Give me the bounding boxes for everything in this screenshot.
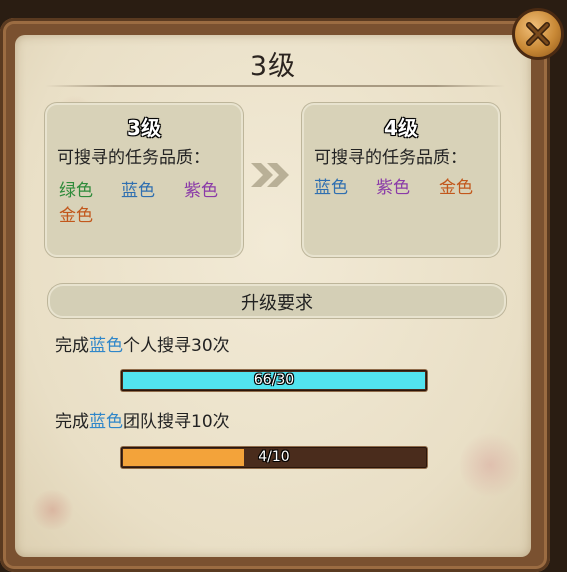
close-icon <box>526 22 550 46</box>
quality-label: 紫色 <box>184 181 218 201</box>
quality-label: 金色 <box>59 206 93 226</box>
quality-label: 绿色 <box>59 181 93 201</box>
current-level-card: 3级 可搜寻的任务品质： 绿色 蓝色 紫色 金色 <box>45 103 243 257</box>
title-divider <box>45 85 505 87</box>
task-suffix: 个人搜寻30次 <box>123 336 230 356</box>
requirements-title: 升级要求 <box>241 293 313 314</box>
dialog-title: 3级 <box>249 51 297 82</box>
progress-label: 66/30 <box>253 372 295 388</box>
decorative-stain <box>30 490 75 530</box>
current-level-subtitle: 可搜寻的任务品质： <box>57 148 210 168</box>
decorative-stain <box>460 430 520 500</box>
close-button[interactable] <box>512 8 564 60</box>
task-description: 完成蓝色个人搜寻30次 <box>55 331 230 356</box>
progress-label: 4/10 <box>258 449 290 465</box>
next-level-title: 4级 <box>384 116 418 140</box>
requirements-header: 升级要求 <box>48 284 506 318</box>
double-chevron-right-icon <box>249 160 293 190</box>
task-prefix: 完成 <box>55 412 89 432</box>
task-description: 完成蓝色团队搜寻10次 <box>55 407 230 432</box>
task-prefix: 完成 <box>55 336 89 356</box>
task-suffix: 团队搜寻10次 <box>123 412 230 432</box>
quality-label: 紫色 <box>376 178 410 198</box>
task-quality: 蓝色 <box>89 336 123 356</box>
task-quality: 蓝色 <box>89 412 123 432</box>
quality-label: 蓝色 <box>121 181 155 201</box>
current-level-title: 3级 <box>127 116 161 140</box>
next-level-subtitle: 可搜寻的任务品质： <box>314 148 467 168</box>
quality-label: 金色 <box>439 178 473 198</box>
progress-bar: 66/30 <box>121 370 427 391</box>
progress-bar: 4/10 <box>121 447 427 468</box>
quality-label: 蓝色 <box>314 178 348 198</box>
next-level-card: 4级 可搜寻的任务品质： 蓝色 紫色 金色 <box>302 103 500 257</box>
